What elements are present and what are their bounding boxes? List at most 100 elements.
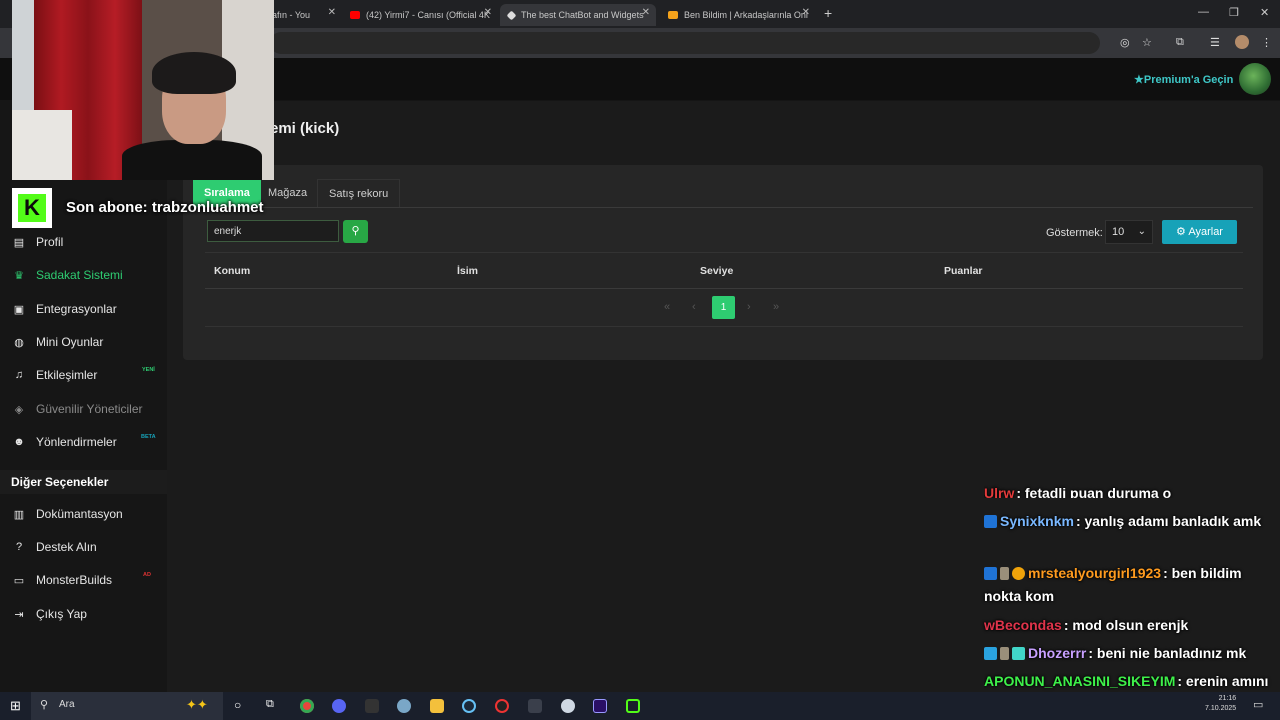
sidebar-item-label: Çıkış Yap bbox=[36, 607, 87, 621]
premium-link[interactable]: ★Premium'a Geçin bbox=[1134, 73, 1233, 86]
epic-games-icon[interactable] bbox=[365, 699, 379, 713]
youtube-icon bbox=[350, 11, 360, 19]
shield-icon: ◈ bbox=[14, 403, 24, 416]
question-icon: ? bbox=[15, 541, 23, 553]
chat-username: mrstealyourgirl1923 bbox=[1028, 565, 1162, 581]
maximize-button[interactable]: ❐ bbox=[1229, 6, 1239, 19]
app-icon[interactable] bbox=[397, 699, 411, 713]
browser-tab[interactable]: Ben Bildim | Arkadaşlarınla Onl ✕ bbox=[668, 4, 810, 26]
last-page-button[interactable]: » bbox=[773, 301, 779, 313]
column-header-seviye[interactable]: Seviye bbox=[700, 265, 733, 277]
webcam-person-body bbox=[122, 140, 262, 180]
apps-grid-icon[interactable] bbox=[528, 699, 542, 713]
close-icon[interactable]: ✕ bbox=[802, 7, 810, 18]
chat-message: mrstealyourgirl1923: ben bildim nokta ko… bbox=[984, 562, 1276, 608]
search-button[interactable]: ⚲ bbox=[343, 220, 368, 243]
webcam-person-hair bbox=[152, 52, 236, 94]
badge-icon bbox=[1012, 567, 1025, 580]
prev-page-button[interactable]: ‹ bbox=[692, 301, 696, 313]
sidebar-item-cikis[interactable]: ⇥ Çıkış Yap bbox=[12, 607, 87, 621]
file-explorer-icon[interactable] bbox=[430, 699, 444, 713]
sidebar-item-entegrasyonlar[interactable]: ▣ Entegrasyonlar bbox=[12, 302, 117, 316]
settings-button[interactable]: ⚙ Ayarlar bbox=[1162, 220, 1237, 244]
minimize-button[interactable]: — bbox=[1198, 6, 1209, 18]
ad-badge: AD bbox=[143, 572, 151, 578]
new-tab-button[interactable]: + bbox=[824, 5, 832, 21]
menu-icon[interactable]: ⋮ bbox=[1261, 36, 1272, 49]
cortana-icon[interactable]: ○ bbox=[234, 698, 241, 712]
search-icon: ⚲ bbox=[351, 225, 360, 237]
close-window-button[interactable]: ✕ bbox=[1260, 6, 1269, 19]
sidebar-item-destek[interactable]: ? Destek Alın bbox=[12, 540, 97, 554]
browser-tab[interactable]: afın - You ✕ bbox=[272, 4, 336, 26]
close-icon[interactable]: ✕ bbox=[642, 7, 650, 18]
next-page-button[interactable]: › bbox=[747, 301, 751, 313]
eye-off-icon[interactable]: ◎ bbox=[1120, 36, 1130, 49]
reading-list-icon[interactable]: ☰ bbox=[1210, 36, 1220, 49]
close-icon[interactable]: ✕ bbox=[484, 7, 492, 18]
first-page-button[interactable]: « bbox=[664, 301, 670, 313]
chat-text: : yanlış adamı banladık amk bbox=[1075, 513, 1262, 529]
sidebar-item-monsterbuilds[interactable]: ▭ MonsterBuilds bbox=[12, 573, 112, 587]
chat-message: wBecondas: mod olsun erenjk bbox=[984, 614, 1276, 637]
sidebar-item-guvenilir[interactable]: ◈ Güvenilir Yöneticiler bbox=[12, 402, 143, 416]
page-button-current[interactable]: 1 bbox=[712, 296, 735, 319]
settings-label: Ayarlar bbox=[1188, 226, 1223, 238]
sparkle-icon: ✦✦ bbox=[186, 697, 208, 712]
extensions-icon[interactable]: ⧉ bbox=[1176, 36, 1184, 49]
notification-icon[interactable]: ▭ bbox=[1253, 698, 1263, 711]
sidebar-section-title: Diğer Seçenekler bbox=[0, 470, 167, 494]
tab-satis-rekoru[interactable]: Satış rekoru bbox=[317, 179, 401, 207]
app-icon[interactable] bbox=[561, 699, 575, 713]
column-header-konum[interactable]: Konum bbox=[214, 265, 250, 277]
chevron-down-icon: ⌄ bbox=[1137, 226, 1146, 237]
chat-message: Ulrw: fetadli puan duruma o bbox=[984, 482, 1276, 498]
profile-avatar[interactable] bbox=[1235, 35, 1249, 49]
column-header-isim[interactable]: İsim bbox=[457, 265, 478, 277]
laptop-icon: ▭ bbox=[13, 574, 25, 587]
taskbar-clock[interactable]: 21:16 7.10.2025 bbox=[1205, 694, 1236, 714]
sidebar-item-label: Etkileşimler bbox=[36, 368, 98, 382]
last-subscriber-text: Son abone: trabzonluahmet bbox=[66, 199, 264, 216]
sidebar-item-label: Entegrasyonlar bbox=[36, 302, 117, 316]
sidebar-item-label: Sadakat Sistemi bbox=[36, 268, 123, 282]
sidebar-item-yonlendirmeler[interactable]: ☻ Yönlendirmeler bbox=[12, 435, 117, 449]
tab-title: (42) Yirmi7 - Canısı (Official 4K bbox=[366, 10, 490, 20]
trophy-icon: ♛ bbox=[14, 269, 24, 282]
sidebar-item-label: Dokümantasyon bbox=[36, 507, 123, 521]
chat-username: Synixknkm bbox=[1000, 513, 1074, 529]
premiere-pro-icon[interactable] bbox=[593, 699, 607, 713]
premium-label: Premium'a Geçin bbox=[1143, 74, 1234, 86]
task-view-icon[interactable]: ⧉ bbox=[266, 698, 274, 711]
sidebar-item-dokumantasyon[interactable]: ▥ Dokümantasyon bbox=[12, 507, 123, 521]
tab-magaza[interactable]: Mağaza bbox=[257, 179, 318, 207]
badge-icon bbox=[984, 515, 997, 528]
windows-start-icon[interactable]: ⊞ bbox=[10, 698, 21, 714]
user-avatar[interactable] bbox=[1239, 63, 1271, 95]
url-field[interactable] bbox=[270, 32, 1100, 54]
sidebar-item-profil[interactable]: ▤ Profil bbox=[12, 235, 64, 249]
sidebar-item-etkilesimler[interactable]: ♫ Etkileşimler bbox=[12, 368, 97, 382]
sidebar-item-mini-oyunlar[interactable]: ◍ Mini Oyunlar bbox=[12, 335, 103, 349]
sidebar-item-sadakat[interactable]: ♛ Sadakat Sistemi bbox=[12, 268, 123, 282]
close-icon[interactable]: ✕ bbox=[328, 7, 336, 18]
obs-icon[interactable] bbox=[495, 699, 509, 713]
discord-icon[interactable] bbox=[332, 699, 346, 713]
divider bbox=[205, 326, 1243, 327]
page-size-select[interactable]: 10 ⌄ bbox=[1105, 220, 1153, 244]
app-icon[interactable] bbox=[626, 699, 640, 713]
divider bbox=[205, 252, 1243, 253]
steam-icon[interactable] bbox=[462, 699, 476, 713]
sidebar-item-label: MonsterBuilds bbox=[36, 573, 113, 587]
column-header-puanlar[interactable]: Puanlar bbox=[944, 265, 983, 277]
music-icon: ♫ bbox=[14, 369, 24, 381]
badge-icon bbox=[984, 567, 997, 580]
badge-icon bbox=[1000, 647, 1009, 660]
search-input[interactable] bbox=[207, 220, 339, 242]
browser-tab[interactable]: (42) Yirmi7 - Canısı (Official 4K ✕ bbox=[350, 4, 492, 26]
tab-title: Ben Bildim | Arkadaşlarınla Onl bbox=[684, 10, 808, 20]
browser-tab-active[interactable]: The best ChatBot and Widgets ✕ bbox=[500, 4, 656, 26]
divider bbox=[193, 207, 1253, 208]
bookmark-star-icon[interactable]: ☆ bbox=[1142, 36, 1152, 49]
chrome-icon[interactable] bbox=[300, 699, 314, 713]
